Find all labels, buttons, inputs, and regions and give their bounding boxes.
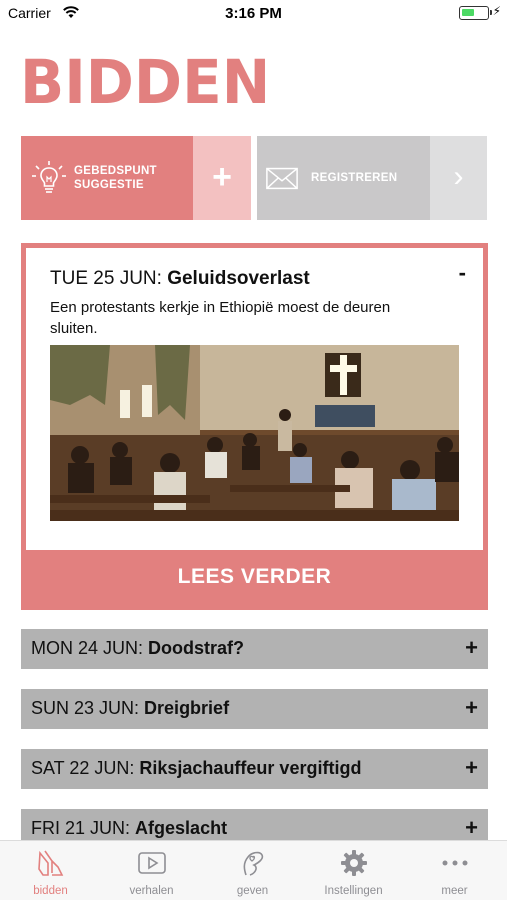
day-heading: SAT 22 JUN: Riksjachauffeur vergiftigd xyxy=(31,758,362,778)
status-bar: Carrier 3:16 PM ⚡ xyxy=(0,0,507,28)
church-photo xyxy=(50,345,459,521)
day-row[interactable]: SAT 22 JUN: Riksjachauffeur vergiftigd + xyxy=(21,749,488,789)
day-row[interactable]: SUN 23 JUN: Dreigbrief + xyxy=(21,689,488,729)
tab-instellingen[interactable]: Instellingen xyxy=(303,841,404,900)
expand-button[interactable]: + xyxy=(465,695,478,721)
expand-button[interactable]: + xyxy=(465,815,478,841)
tab-label: Instellingen xyxy=(324,885,383,897)
tab-label: bidden xyxy=(33,885,68,897)
read-more-button[interactable]: LEES VERDER xyxy=(21,555,488,605)
featured-description: Een protestants kerkje in Ethiopië moest… xyxy=(50,299,391,337)
gear-icon xyxy=(341,850,367,876)
expand-button[interactable]: + xyxy=(465,635,478,661)
day-heading: MON 24 JUN: Doodstraf? xyxy=(31,638,245,658)
tab-meer[interactable]: meer xyxy=(404,841,505,900)
play-icon xyxy=(138,852,166,874)
hand-heart-icon xyxy=(243,851,264,876)
register-button[interactable]: REGISTREREN xyxy=(257,136,430,220)
day-row[interactable]: MON 24 JUN: Doodstraf? + xyxy=(21,629,488,669)
tab-bidden[interactable]: bidden xyxy=(0,841,101,900)
featured-prayer-card: TUE 25 JUN: Geluidsoverlast - Een protes… xyxy=(21,243,488,610)
register-label: REGISTREREN xyxy=(311,172,398,184)
lightbulb-icon xyxy=(32,161,66,193)
tab-label: verhalen xyxy=(129,885,174,897)
suggest-add-button[interactable]: + xyxy=(193,136,251,220)
charging-bolt-icon: ⚡ xyxy=(492,4,501,18)
tab-label: geven xyxy=(236,885,269,897)
collapse-button[interactable]: - xyxy=(459,260,466,286)
expand-button[interactable]: + xyxy=(465,755,478,781)
page-title: BIDDEN xyxy=(20,46,271,118)
day-heading: FRI 21 JUN: Afgeslacht xyxy=(31,818,228,838)
envelope-icon xyxy=(266,167,298,190)
tab-verhalen[interactable]: verhalen xyxy=(101,841,202,900)
tab-label: meer xyxy=(441,885,468,897)
praying-hands-icon xyxy=(38,850,64,876)
suggest-label: GEBEDSPUNT SUGGESTIE xyxy=(74,165,157,191)
more-dots-icon xyxy=(442,860,468,866)
day-heading: SUN 23 JUN: Dreigbrief xyxy=(31,698,230,718)
tab-geven[interactable]: geven xyxy=(202,841,303,900)
featured-content: TUE 25 JUN: Geluidsoverlast - Een protes… xyxy=(26,248,483,550)
featured-heading: TUE 25 JUN: Geluidsoverlast xyxy=(50,268,310,289)
suggest-prayer-point-button[interactable]: GEBEDSPUNT SUGGESTIE xyxy=(21,136,193,220)
battery-icon xyxy=(459,6,492,20)
register-chevron-button[interactable]: › xyxy=(430,136,487,220)
status-time: 3:16 PM xyxy=(225,5,282,22)
tab-bar: bidden verhalen geven Instellingen meer xyxy=(0,840,507,900)
